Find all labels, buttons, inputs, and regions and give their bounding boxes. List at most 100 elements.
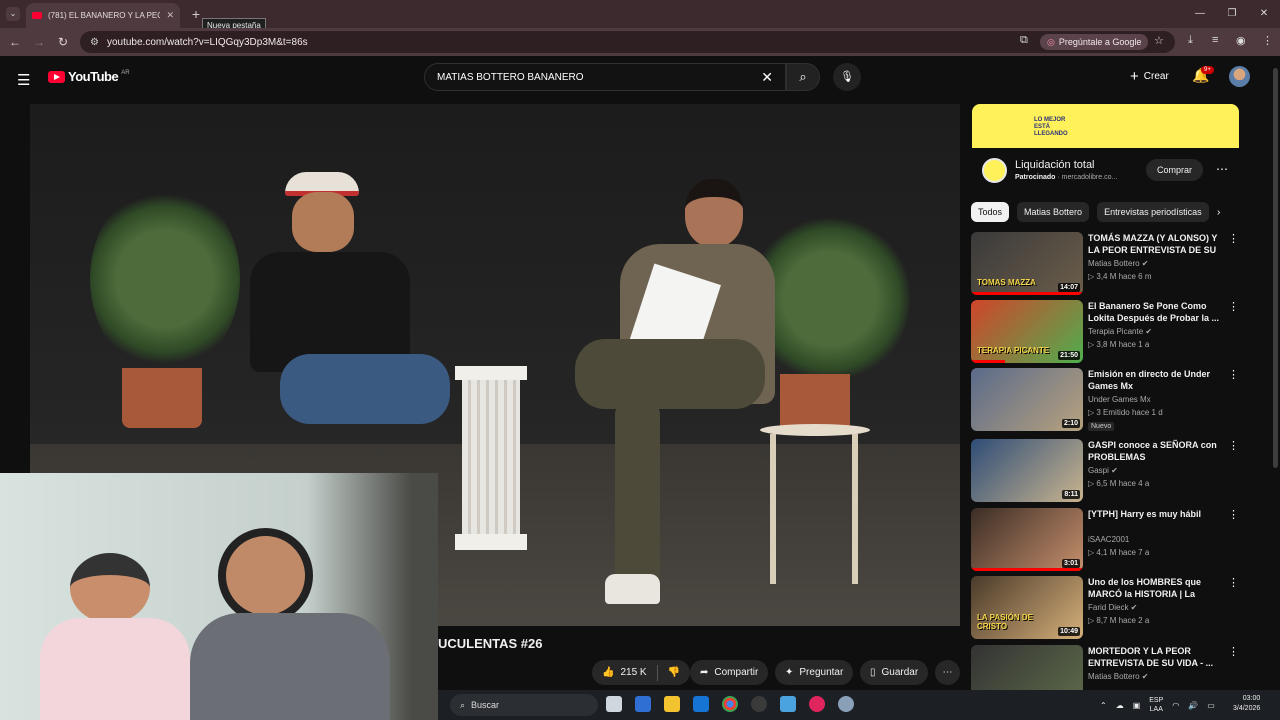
- create-button[interactable]: + Crear: [1122, 64, 1177, 88]
- video-more-icon[interactable]: ⋮: [1228, 368, 1239, 381]
- youtube-logo[interactable]: YouTube AR: [48, 69, 130, 84]
- account-avatar[interactable]: [1229, 66, 1250, 87]
- outlook-icon[interactable]: [693, 696, 709, 712]
- recommended-video[interactable]: 8:11 GASPI conoce a SEÑORA con PROBLEMAS G…: [971, 439, 1241, 503]
- channel-name[interactable]: iSAAC2001: [1088, 535, 1129, 544]
- back-icon[interactable]: ←: [3, 35, 27, 49]
- channel-name[interactable]: Matias Bottero ✔: [1088, 259, 1149, 268]
- wifi-icon[interactable]: ◠: [1172, 701, 1179, 710]
- video-more-icon[interactable]: ⋮: [1228, 232, 1239, 245]
- kebab-menu-icon[interactable]: ⋮: [1262, 34, 1273, 47]
- video-title[interactable]: TOMÁS MAZZA (Y ALONSO) Y LA PEOR ENTREVI…: [1088, 232, 1223, 256]
- chrome-icon[interactable]: [722, 696, 738, 712]
- recommended-video[interactable]: LA PASIÓN DE CRISTO 10:49 Uno de los HOMBR…: [971, 576, 1241, 640]
- video-thumbnail[interactable]: 8:11: [971, 439, 1083, 502]
- tray-chevron-icon[interactable]: ⌃: [1100, 701, 1107, 710]
- taskbar-search[interactable]: ⌕ Buscar: [450, 694, 598, 716]
- video-title[interactable]: GASPI conoce a SEÑORA con PROBLEMAS: [1088, 439, 1223, 463]
- profile-icon[interactable]: ◉: [1236, 34, 1246, 47]
- watch-progress-bar: [971, 568, 1083, 571]
- channel-name[interactable]: Under Games Mx: [1088, 395, 1151, 404]
- share-button[interactable]: ➦ Compartir: [690, 660, 769, 685]
- video-thumbnail[interactable]: 2:10: [971, 368, 1083, 431]
- recommended-video[interactable]: TERAPIA PICANTE 21:50 El Bananero Se Pone …: [971, 300, 1241, 364]
- file-explorer-icon[interactable]: [664, 696, 680, 712]
- tab-list-button[interactable]: ⌄: [6, 7, 20, 21]
- settings-icon[interactable]: [838, 696, 854, 712]
- network-icon[interactable]: ☁: [1116, 701, 1124, 710]
- store-icon[interactable]: [635, 696, 651, 712]
- video-thumbnail[interactable]: TOMAS MAZZA 14:07: [971, 232, 1083, 295]
- site-info-icon[interactable]: ⚙: [90, 37, 99, 48]
- video-title[interactable]: MORTEDOR Y LA PEOR ENTREVISTA DE SU VIDA…: [1088, 645, 1223, 669]
- video-more-icon[interactable]: ⋮: [1228, 645, 1239, 658]
- battery-icon[interactable]: ▭: [1207, 701, 1215, 710]
- close-window-icon[interactable]: ✕: [1248, 0, 1280, 28]
- more-actions-button[interactable]: ⋯: [935, 660, 960, 685]
- filter-chip[interactable]: Matias Bottero: [1017, 202, 1090, 222]
- video-thumbnail[interactable]: TERAPIA PICANTE 21:50: [971, 300, 1083, 363]
- video-more-icon[interactable]: ⋮: [1228, 300, 1239, 313]
- app-icon[interactable]: [751, 696, 767, 712]
- channel-name[interactable]: Gaspi ✔: [1088, 466, 1118, 475]
- minimize-icon[interactable]: —: [1184, 0, 1216, 28]
- ask-button[interactable]: ✦ Preguntar: [775, 660, 854, 685]
- cast-icon[interactable]: ⧉: [1020, 34, 1028, 47]
- save-label: Guardar: [881, 667, 919, 678]
- ad-banner[interactable]: LO MEJOR ESTÁ LLEGANDO: [972, 104, 1239, 148]
- ad-more-icon[interactable]: ⋯: [1216, 162, 1228, 176]
- hamburger-menu-icon[interactable]: ☰: [17, 71, 30, 89]
- tab-search-icon[interactable]: ≡: [1212, 34, 1218, 46]
- media-player-icon[interactable]: [809, 696, 825, 712]
- recommended-video[interactable]: TOMAS MAZZA 14:07 TOMÁS MAZZA (Y ALONSO) Y…: [971, 232, 1241, 296]
- volume-icon[interactable]: 🔊: [1188, 701, 1198, 710]
- search-input[interactable]: MATIAS BOTTERO BANANERO: [437, 72, 761, 83]
- voice-search-button[interactable]: 🎙: [833, 63, 861, 91]
- save-button[interactable]: ▯ Guardar: [860, 660, 929, 685]
- video-title[interactable]: Emisión en directo de Under Games Mx: [1088, 368, 1223, 392]
- channel-name[interactable]: Matias Bottero ✔: [1088, 672, 1149, 681]
- recommended-video[interactable]: 3:01 [YTPH] Harry es muy hábil iSAAC2001 ▷ …: [971, 508, 1241, 572]
- page-scrollbar[interactable]: [1271, 56, 1280, 720]
- recommended-video[interactable]: 2:10 Emisión en directo de Under Games Mx…: [971, 368, 1241, 432]
- tray-app-icon[interactable]: ▣: [1133, 701, 1141, 710]
- video-title[interactable]: Uno de los HOMBRES que MARCÓ la HISTORIA…: [1088, 576, 1223, 600]
- download-icon[interactable]: ⤓: [1188, 34, 1193, 47]
- language-indicator[interactable]: ESP LAA: [1149, 696, 1163, 714]
- video-more-icon[interactable]: ⋮: [1228, 576, 1239, 589]
- tab-close-icon[interactable]: ✕: [166, 10, 174, 21]
- filter-chip[interactable]: Entrevistas periodísticas: [1097, 202, 1209, 222]
- video-more-icon[interactable]: ⋮: [1228, 508, 1239, 521]
- browser-tab-active[interactable]: (781) EL BANANERO Y LA PEOR ✕: [26, 3, 180, 28]
- forward-icon[interactable]: →: [27, 35, 51, 49]
- task-view-icon[interactable]: [606, 696, 622, 712]
- search-button[interactable]: ⌕: [786, 63, 820, 91]
- clear-search-icon[interactable]: ✕: [761, 69, 773, 86]
- address-bar[interactable]: ⚙ youtube.com/watch?v=LIQGqy3Dp3M&t=86s: [80, 31, 1175, 53]
- ad-buy-button[interactable]: Comprar: [1146, 159, 1204, 181]
- system-clock[interactable]: 03:00 3/4/2026: [1233, 694, 1260, 714]
- thumbnail-text: TOMAS MAZZA: [977, 278, 1036, 287]
- watch-progress-bar: [971, 360, 1005, 363]
- reload-icon[interactable]: ↻: [51, 35, 75, 49]
- video-title[interactable]: [YTPH] Harry es muy hábil: [1088, 508, 1223, 520]
- video-more-icon[interactable]: ⋮: [1228, 439, 1239, 452]
- save-playlist-icon: ▯: [870, 667, 876, 678]
- channel-name[interactable]: Farid Dieck ✔: [1088, 603, 1137, 612]
- search-box[interactable]: MATIAS BOTTERO BANANERO ✕: [424, 63, 786, 91]
- right-person-head: [685, 179, 743, 247]
- ask-google-button[interactable]: ◎ Pregúntale a Google: [1040, 34, 1149, 50]
- video-title[interactable]: El Bananero Se Pone Como Lokita Después …: [1088, 300, 1223, 324]
- chevron-right-icon[interactable]: ›: [1217, 207, 1220, 218]
- channel-name[interactable]: Terapia Picante ✔: [1088, 327, 1152, 336]
- scrollbar-thumb[interactable]: [1273, 68, 1278, 468]
- like-button[interactable]: 👍 215 K 👎: [592, 660, 691, 685]
- maximize-icon[interactable]: ❐: [1216, 0, 1248, 28]
- video-thumbnail[interactable]: 3:01: [971, 508, 1083, 571]
- filter-chip[interactable]: Todos: [971, 202, 1010, 222]
- bookmark-star-icon[interactable]: ☆: [1154, 34, 1164, 47]
- facebook-icon[interactable]: [780, 696, 796, 712]
- thumbs-down-icon[interactable]: 👎: [668, 667, 680, 678]
- google-lens-icon: ◎: [1047, 36, 1055, 47]
- video-thumbnail[interactable]: LA PASIÓN DE CRISTO 10:49: [971, 576, 1083, 639]
